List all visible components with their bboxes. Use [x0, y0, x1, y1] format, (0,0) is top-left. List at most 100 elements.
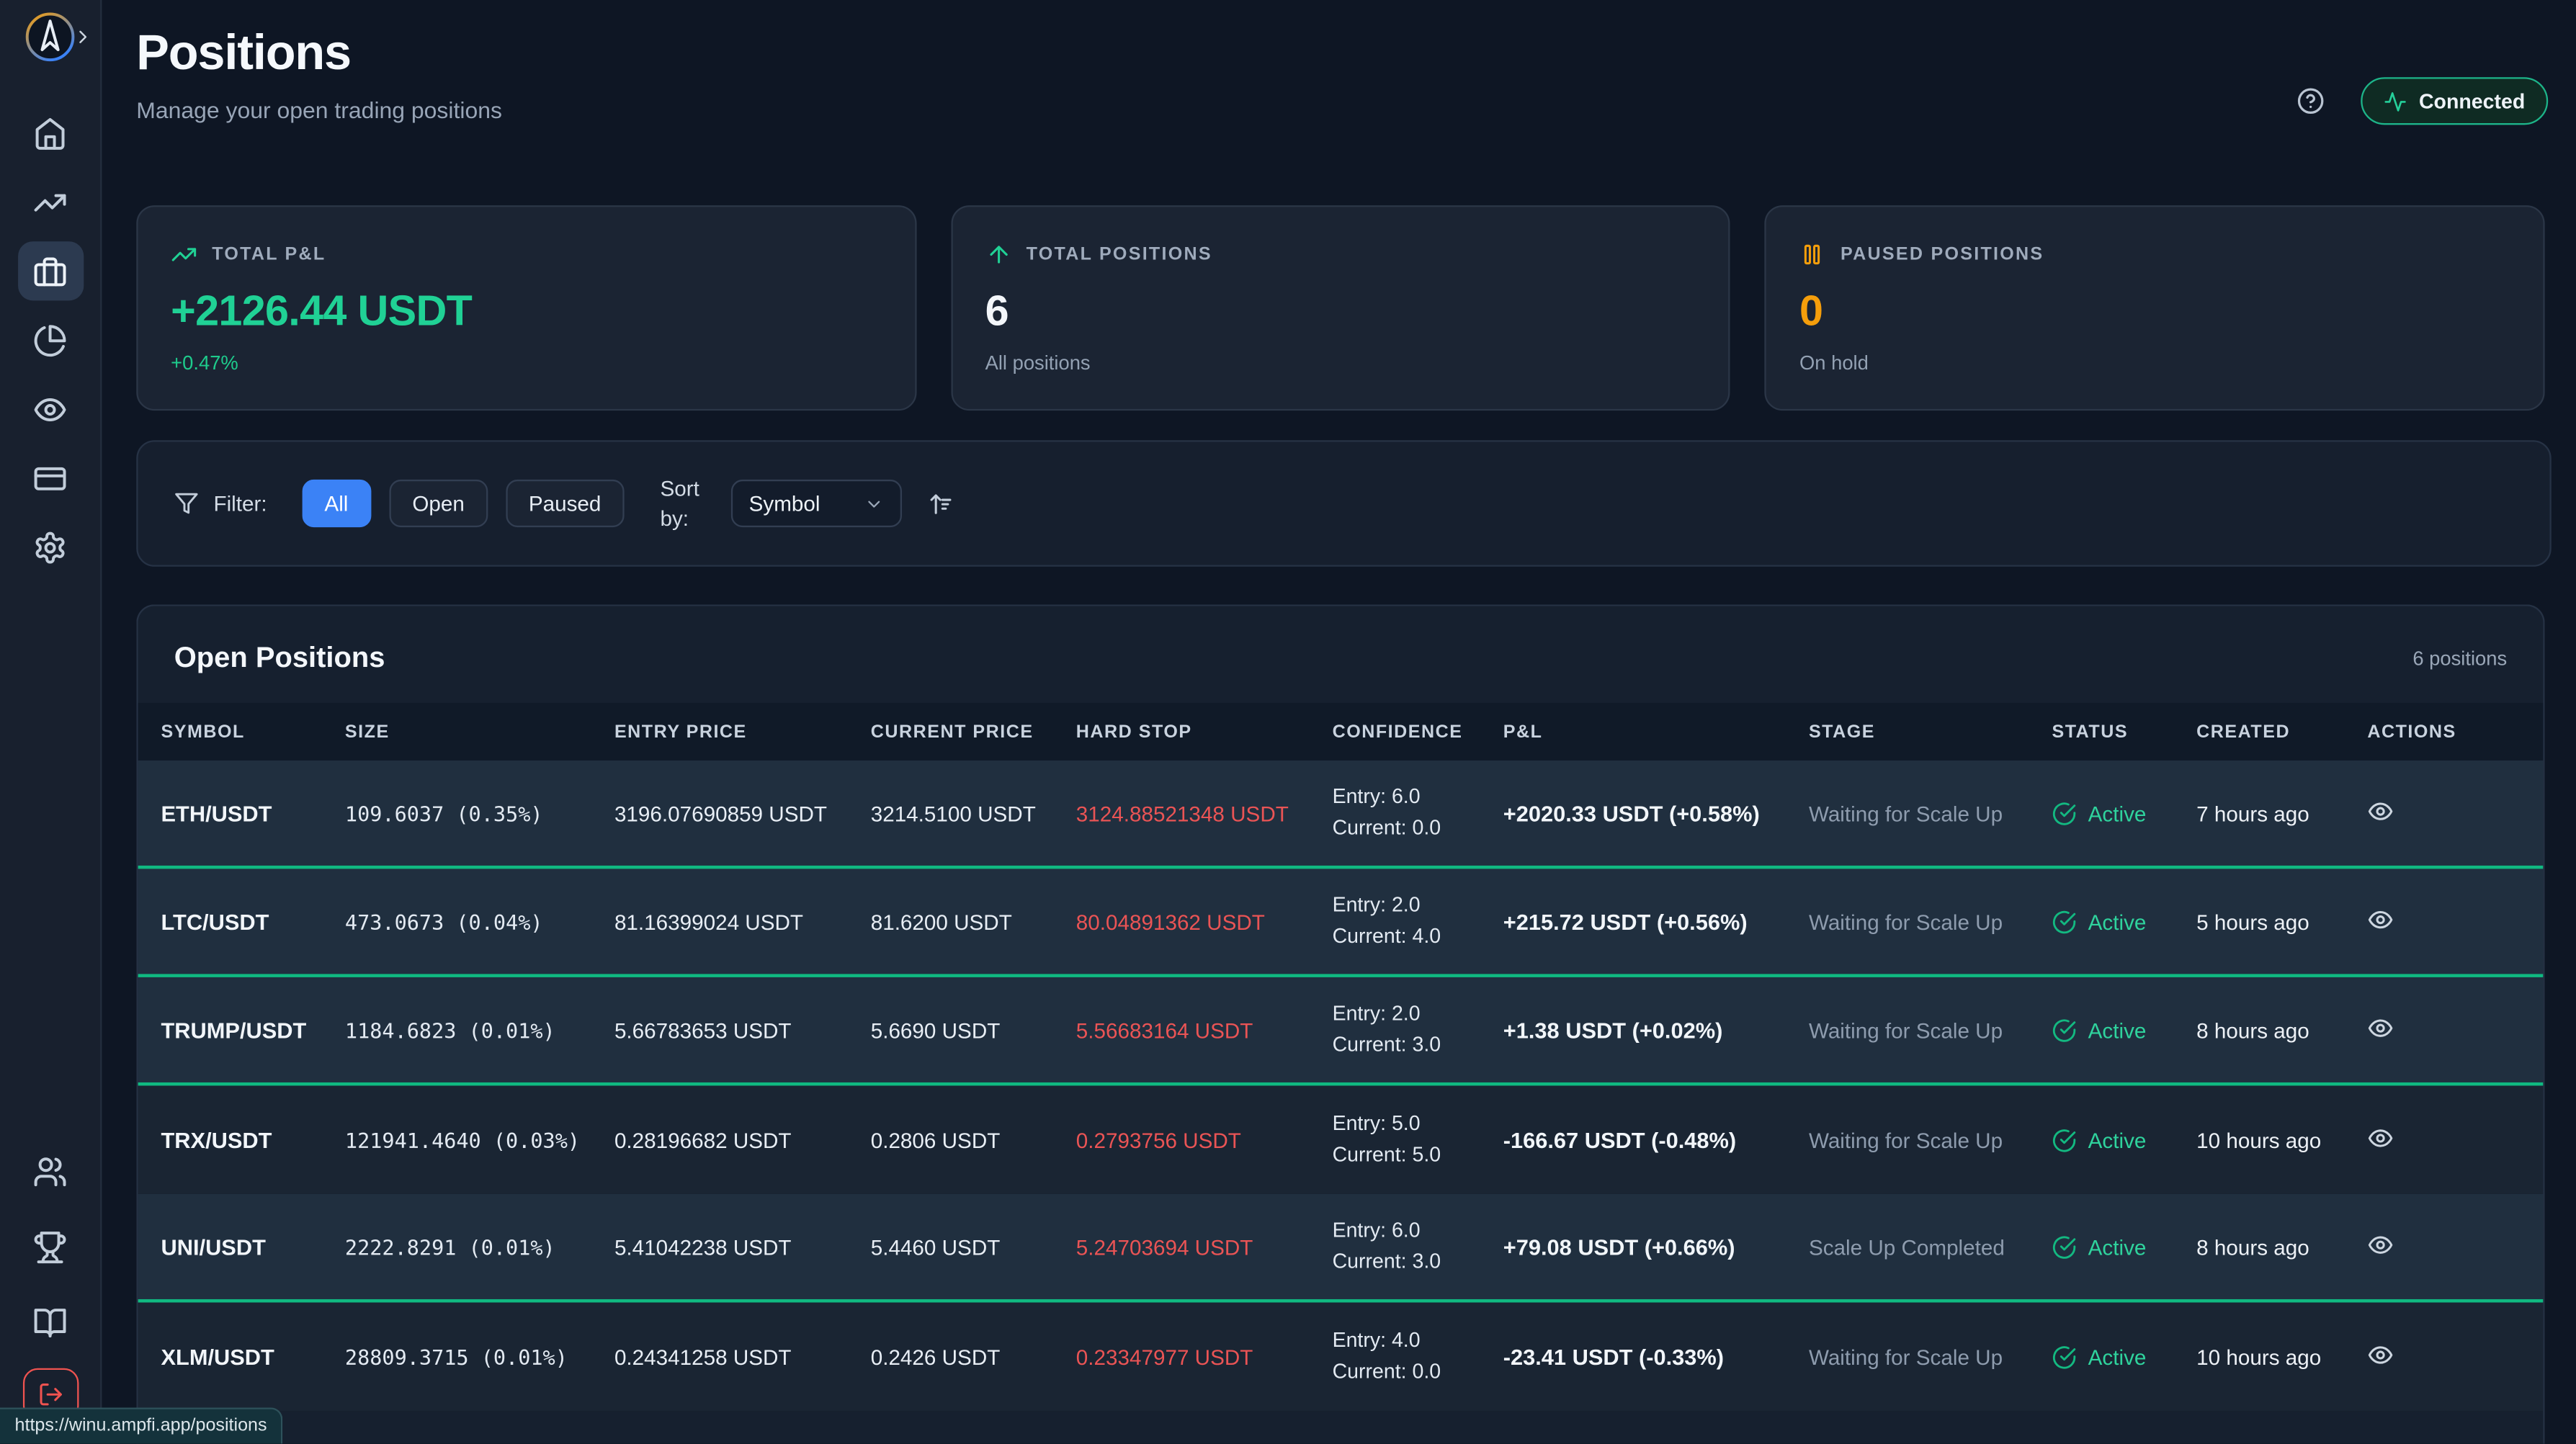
circle-check-icon	[2052, 1234, 2076, 1259]
confidence-entry: Entry: 5.0	[1333, 1109, 1480, 1140]
cell-status: Active	[2029, 1345, 2174, 1369]
cell-stage: Waiting for Scale Up	[1786, 909, 2029, 933]
eye-icon[interactable]	[2367, 1014, 2393, 1040]
sidebar-item-positions[interactable]	[17, 241, 83, 300]
stat-card: TOTAL P&L+2126.44 USDT+0.47%	[136, 205, 916, 411]
cell-symbol: UNI/USDT	[138, 1234, 322, 1259]
pie-chart-icon	[33, 323, 68, 357]
position-row[interactable]: ETH/USDT109.6037 (0.35%)3196.07690859 US…	[138, 761, 2544, 869]
cell-confidence: Entry: 6.0Current: 0.0	[1310, 782, 1480, 844]
cell-stage: Waiting for Scale Up	[1786, 1345, 2029, 1369]
cell-confidence: Entry: 2.0Current: 4.0	[1310, 891, 1480, 953]
sidebar-item-wallet[interactable]	[17, 449, 83, 508]
stat-card: PAUSED POSITIONS0On hold	[1765, 205, 2545, 411]
sidebar-item-analytics[interactable]	[17, 310, 83, 369]
column-header: STAGE	[1786, 722, 2029, 741]
activity-icon	[2384, 89, 2407, 112]
position-row[interactable]: LTC/USDT473.0673 (0.04%)81.16399024 USDT…	[138, 869, 2544, 977]
sidebar-item-trending[interactable]	[17, 172, 83, 231]
cell-created: 7 hours ago	[2173, 801, 2344, 825]
eye-icon[interactable]	[2367, 1341, 2393, 1367]
cell-entry-price: 5.66783653 USDT	[591, 1018, 848, 1042]
sidebar-item-home[interactable]	[17, 104, 83, 163]
sidebar-item-users[interactable]	[17, 1142, 83, 1201]
compass-logo-icon	[24, 12, 76, 63]
sidebar-item-settings[interactable]	[17, 517, 83, 576]
status-label: Active	[2088, 1018, 2147, 1042]
cell-status: Active	[2029, 909, 2174, 933]
cell-stage: Waiting for Scale Up	[1786, 1018, 2029, 1042]
cell-entry-price: 0.28196682 USDT	[591, 1128, 848, 1152]
filter-button-open[interactable]: Open	[389, 480, 487, 527]
cell-entry-price: 3196.07690859 USDT	[591, 801, 848, 825]
sort-ascending-icon[interactable]	[928, 490, 954, 516]
confidence-current: Current: 0.0	[1333, 1357, 1480, 1388]
position-row[interactable]: XLM/USDT28809.3715 (0.01%)0.24341258 USD…	[138, 1303, 2544, 1412]
position-row[interactable]: TRX/USDT121941.4640 (0.03%)0.28196682 US…	[138, 1085, 2544, 1194]
page-title: Positions	[136, 26, 502, 82]
cell-confidence: Entry: 2.0Current: 3.0	[1310, 999, 1480, 1061]
confidence-entry: Entry: 2.0	[1333, 999, 1480, 1030]
stat-card-header: TOTAL P&L	[171, 241, 882, 267]
stat-subtext: All positions	[985, 351, 1696, 375]
confidence-current: Current: 3.0	[1333, 1247, 1480, 1278]
sidebar-item-trophy[interactable]	[17, 1217, 83, 1276]
stat-cards: TOTAL P&L+2126.44 USDT+0.47%TOTAL POSITI…	[136, 205, 2544, 400]
eye-icon[interactable]	[2367, 1124, 2393, 1150]
circle-check-icon	[2052, 1018, 2076, 1042]
position-row[interactable]: TRUMP/USDT1184.6823 (0.01%)5.66783653 US…	[138, 977, 2544, 1086]
sort-select-value: Symbol	[749, 491, 820, 516]
column-header: CONFIDENCE	[1310, 722, 1480, 741]
cell-current-price: 5.4460 USDT	[848, 1234, 1053, 1259]
cell-pnl: -166.67 USDT (-0.48%)	[1480, 1128, 1786, 1152]
briefcase-icon	[33, 254, 68, 288]
eye-icon[interactable]	[2367, 1231, 2393, 1257]
eye-icon[interactable]	[2367, 797, 2393, 823]
column-header: STATUS	[2029, 722, 2174, 741]
cell-symbol: ETH/USDT	[138, 801, 322, 825]
cell-created: 8 hours ago	[2173, 1018, 2344, 1042]
filter-button-all[interactable]: All	[301, 480, 371, 527]
chevron-right-icon[interactable]	[72, 26, 94, 48]
cell-actions	[2344, 797, 2543, 828]
eye-icon[interactable]	[2367, 906, 2393, 932]
cell-current-price: 0.2426 USDT	[848, 1345, 1053, 1369]
cell-pnl: -23.41 USDT (-0.33%)	[1480, 1345, 1786, 1369]
filter-button-paused[interactable]: Paused	[506, 480, 624, 527]
filter-buttons: All Open Paused	[301, 480, 624, 527]
filter-bar: Filter: AllOpenPaused Sort by: Symbol	[136, 440, 2551, 567]
stat-label: PAUSED POSITIONS	[1841, 245, 2044, 264]
cell-pnl: +215.72 USDT (+0.56%)	[1480, 909, 1786, 933]
sort-select[interactable]: Symbol	[731, 480, 902, 527]
position-row[interactable]: UNI/USDT2222.8291 (0.01%)5.41042238 USDT…	[138, 1194, 2544, 1303]
stat-subtext: +0.47%	[171, 351, 882, 375]
confidence-entry: Entry: 6.0	[1333, 782, 1480, 813]
cell-actions	[2344, 1341, 2543, 1372]
stat-card-header: TOTAL POSITIONS	[985, 241, 1696, 267]
app-logo[interactable]	[0, 12, 100, 63]
cell-size: 1184.6823 (0.01%)	[322, 1018, 591, 1042]
cell-entry-price: 5.41042238 USDT	[591, 1234, 848, 1259]
cell-actions	[2344, 906, 2543, 937]
page-header: Positions Manage your open trading posit…	[136, 26, 502, 123]
cell-confidence: Entry: 4.0Current: 0.0	[1310, 1326, 1480, 1388]
sidebar-item-watch[interactable]	[17, 380, 83, 439]
cell-created: 10 hours ago	[2173, 1345, 2344, 1369]
column-header: ENTRY PRICE	[591, 722, 848, 741]
table-body: ETH/USDT109.6037 (0.35%)3196.07690859 US…	[138, 761, 2544, 1411]
status-label: Active	[2088, 1234, 2147, 1259]
column-header: SYMBOL	[138, 722, 322, 741]
section-title: Open Positions	[174, 640, 385, 675]
filter-label: Filter:	[213, 491, 267, 516]
cell-pnl: +79.08 USDT (+0.66%)	[1480, 1234, 1786, 1259]
cell-size: 473.0673 (0.04%)	[322, 909, 591, 933]
positions-page: Positions Manage your open trading posit…	[0, 0, 2576, 1444]
confidence-entry: Entry: 6.0	[1333, 1216, 1480, 1247]
cell-actions	[2344, 1231, 2543, 1262]
settings-icon	[33, 529, 68, 564]
sidebar-item-docs[interactable]	[17, 1293, 83, 1352]
help-circle-icon[interactable]	[2297, 87, 2325, 115]
cell-status: Active	[2029, 1128, 2174, 1152]
trending-up-icon	[171, 241, 197, 267]
cell-confidence: Entry: 6.0Current: 3.0	[1310, 1216, 1480, 1278]
